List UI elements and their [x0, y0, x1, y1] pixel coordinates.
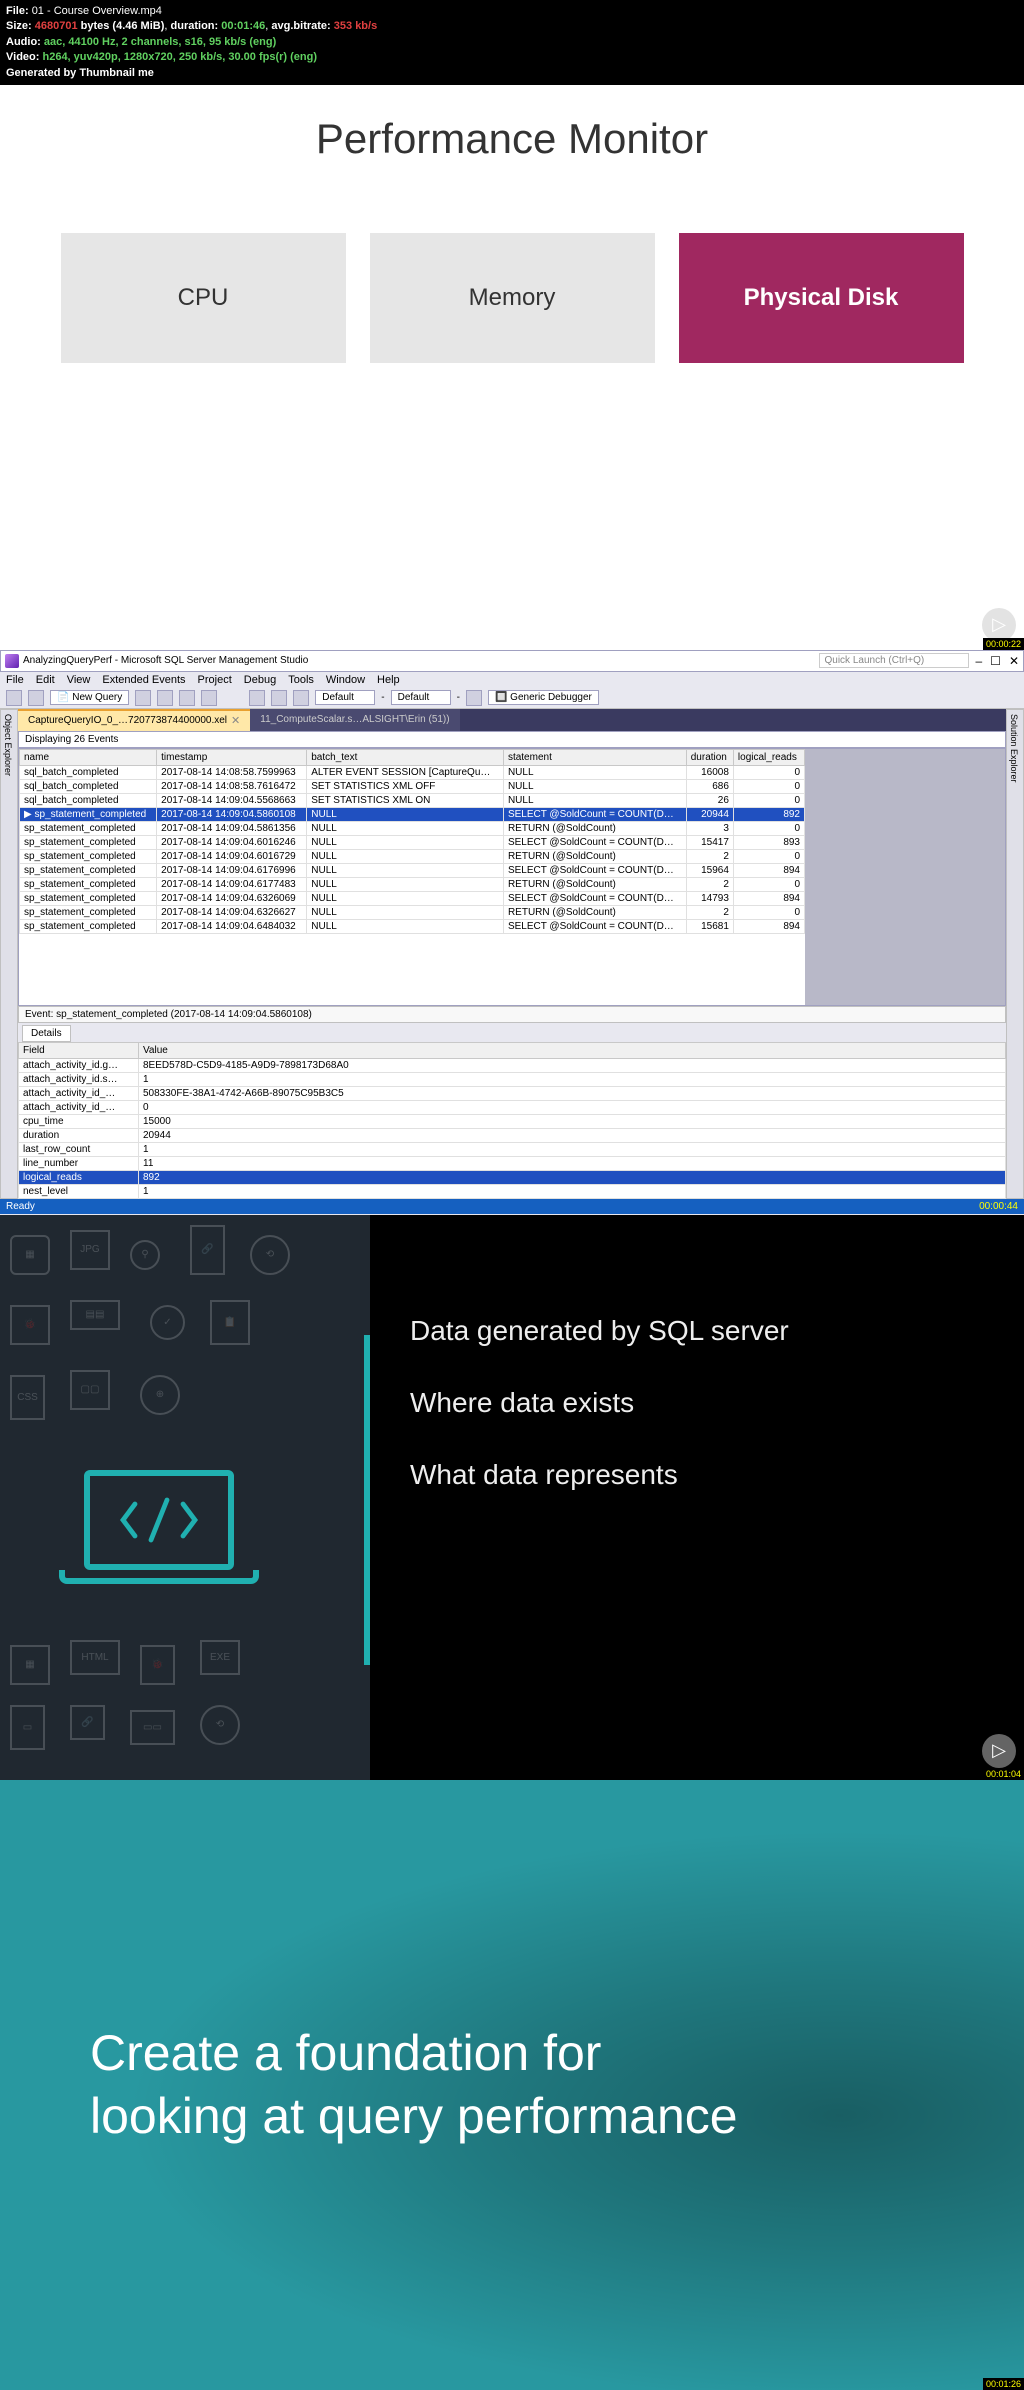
event-count-label: Displaying 26 Events — [18, 731, 1006, 748]
menu-view[interactable]: View — [67, 674, 91, 686]
new-query-button[interactable]: 📄 New Query — [50, 690, 129, 705]
slide-data-overview: ▦ JPG ⚲ 🔗 ⟲ 🐞 ▤▤ ✓ 📋 CSS ▢▢ ⊕ ▦ HTML 🐞 E… — [0, 1215, 1024, 1780]
col-logical-reads[interactable]: logical_reads — [733, 749, 804, 765]
grid-empty-area — [805, 749, 1005, 1005]
detail-row[interactable]: cpu_time15000 — [19, 1114, 1006, 1128]
timestamp: 00:00:44 — [979, 1201, 1018, 1212]
toolbar: 📄 New Query Default - Default - 🔲 Generi… — [0, 688, 1024, 709]
slide-performance-monitor: Performance Monitor CPU Memory Physical … — [0, 85, 1024, 650]
detail-row[interactable]: attach_activity_id.g…8EED578D-C5D9-4185-… — [19, 1058, 1006, 1072]
laptop-icon — [84, 1470, 259, 1584]
card-cpu[interactable]: CPU — [61, 233, 346, 363]
nav-back-button[interactable] — [6, 690, 22, 706]
timestamp: 00:01:04 — [983, 1768, 1024, 1780]
detail-row[interactable]: logical_reads892 — [19, 1170, 1006, 1184]
details-table[interactable]: Field Value attach_activity_id.g…8EED578… — [18, 1042, 1006, 1199]
menu-extended-events[interactable]: Extended Events — [102, 674, 185, 686]
status-bar: Ready 00:00:44 — [0, 1199, 1024, 1214]
table-row[interactable]: sql_batch_completed2017-08-14 14:08:58.7… — [20, 765, 805, 779]
toolbar-button[interactable] — [179, 690, 195, 706]
bullet-2: Where data exists — [410, 1387, 984, 1419]
col-field[interactable]: Field — [19, 1042, 139, 1058]
col-batch-text[interactable]: batch_text — [307, 749, 504, 765]
slide-title: Performance Monitor — [0, 115, 1024, 163]
object-explorer-tab[interactable]: Object Explorer — [0, 709, 18, 1199]
toolbar-button[interactable] — [271, 690, 287, 706]
menu-file[interactable]: File — [6, 674, 24, 686]
toolbar-button[interactable] — [157, 690, 173, 706]
card-physical-disk[interactable]: Physical Disk — [679, 233, 964, 363]
table-row[interactable]: sp_statement_completed2017-08-14 14:09:0… — [20, 905, 805, 919]
toolbar-button[interactable] — [249, 690, 265, 706]
minimize-button[interactable]: ‒ — [975, 654, 982, 668]
status-ready: Ready — [6, 1201, 35, 1212]
menu-bar: File Edit View Extended Events Project D… — [0, 672, 1024, 688]
ssms-window: AnalyzingQueryPerf - Microsoft SQL Serve… — [0, 650, 1024, 1215]
document-tabs: CaptureQueryIO_0_…720773874400000.xel ✕ … — [18, 709, 1006, 731]
menu-window[interactable]: Window — [326, 674, 365, 686]
detail-row[interactable]: attach_activity_id.s…1 — [19, 1072, 1006, 1086]
table-row[interactable]: sp_statement_completed2017-08-14 14:09:0… — [20, 891, 805, 905]
menu-edit[interactable]: Edit — [36, 674, 55, 686]
col-duration[interactable]: duration — [686, 749, 733, 765]
detail-row[interactable]: last_row_count1 — [19, 1142, 1006, 1156]
col-timestamp[interactable]: timestamp — [157, 749, 307, 765]
close-icon[interactable]: ✕ — [231, 714, 240, 727]
pluralsight-logo-icon: ▷ — [982, 608, 1016, 642]
table-row[interactable]: sp_statement_completed2017-08-14 14:09:0… — [20, 877, 805, 891]
solution-explorer-tab[interactable]: Solution Explorer — [1006, 709, 1024, 1199]
detail-row[interactable]: line_number11 — [19, 1156, 1006, 1170]
table-row[interactable]: sql_batch_completed2017-08-14 14:08:58.7… — [20, 779, 805, 793]
slide-headline: Create a foundation forlooking at query … — [0, 2022, 738, 2147]
tab-capture-query[interactable]: CaptureQueryIO_0_…720773874400000.xel ✕ — [18, 709, 250, 731]
detail-row[interactable]: attach_activity_id_…508330FE-38A1-4742-A… — [19, 1086, 1006, 1100]
event-footer: Event: sp_statement_completed (2017-08-1… — [18, 1006, 1006, 1023]
bullet-1: Data generated by SQL server — [410, 1315, 984, 1347]
table-row[interactable]: sp_statement_completed2017-08-14 14:09:0… — [20, 863, 805, 877]
table-row[interactable]: sp_statement_completed2017-08-14 14:09:0… — [20, 835, 805, 849]
toolbar-button[interactable] — [293, 690, 309, 706]
tab-compute-scalar[interactable]: 11_ComputeScalar.s…ALSIGHT\Erin (51)) — [250, 709, 459, 731]
table-row[interactable]: ▶ sp_statement_completed2017-08-14 14:09… — [20, 807, 805, 821]
menu-project[interactable]: Project — [198, 674, 232, 686]
bullet-3: What data represents — [410, 1459, 984, 1491]
menu-tools[interactable]: Tools — [288, 674, 314, 686]
vs-icon — [5, 654, 19, 668]
play-button[interactable] — [466, 690, 482, 706]
events-table[interactable]: name timestamp batch_text statement dura… — [19, 749, 805, 934]
col-name[interactable]: name — [20, 749, 157, 765]
detail-row[interactable]: duration20944 — [19, 1128, 1006, 1142]
col-statement[interactable]: statement — [503, 749, 686, 765]
card-memory[interactable]: Memory — [370, 233, 655, 363]
nav-fwd-button[interactable] — [28, 690, 44, 706]
slide-foundation: Create a foundation forlooking at query … — [0, 1780, 1024, 2390]
timestamp: 00:01:26 — [983, 2378, 1024, 2390]
thumbnail-metadata: File: 01 - Course Overview.mp4 Size: 468… — [0, 0, 1024, 85]
menu-help[interactable]: Help — [377, 674, 400, 686]
title-bar: AnalyzingQueryPerf - Microsoft SQL Serve… — [0, 650, 1024, 672]
close-button[interactable]: ✕ — [1009, 654, 1019, 668]
quick-launch-input[interactable]: Quick Launch (Ctrl+Q) — [819, 653, 969, 668]
toolbar-button[interactable] — [201, 690, 217, 706]
maximize-button[interactable]: ☐ — [990, 654, 1001, 668]
table-row[interactable]: sp_statement_completed2017-08-14 14:09:0… — [20, 821, 805, 835]
pluralsight-logo-icon: ▷ — [982, 1734, 1016, 1768]
table-row[interactable]: sp_statement_completed2017-08-14 14:09:0… — [20, 919, 805, 933]
platform-dropdown[interactable]: Default — [391, 690, 451, 705]
table-row[interactable]: sql_batch_completed2017-08-14 14:09:04.5… — [20, 793, 805, 807]
debugger-dropdown[interactable]: 🔲 Generic Debugger — [488, 690, 599, 705]
icon-sidebar: ▦ JPG ⚲ 🔗 ⟲ 🐞 ▤▤ ✓ 📋 CSS ▢▢ ⊕ ▦ HTML 🐞 E… — [0, 1215, 370, 1780]
config-dropdown[interactable]: Default — [315, 690, 375, 705]
detail-row[interactable]: nest_level1 — [19, 1184, 1006, 1198]
col-value[interactable]: Value — [139, 1042, 1006, 1058]
toolbar-button[interactable] — [135, 690, 151, 706]
table-row[interactable]: sp_statement_completed2017-08-14 14:09:0… — [20, 849, 805, 863]
details-tab[interactable]: Details — [22, 1025, 71, 1042]
menu-debug[interactable]: Debug — [244, 674, 276, 686]
window-title: AnalyzingQueryPerf - Microsoft SQL Serve… — [23, 655, 308, 666]
timestamp: 00:00:22 — [983, 638, 1024, 650]
detail-row[interactable]: attach_activity_id_…0 — [19, 1100, 1006, 1114]
